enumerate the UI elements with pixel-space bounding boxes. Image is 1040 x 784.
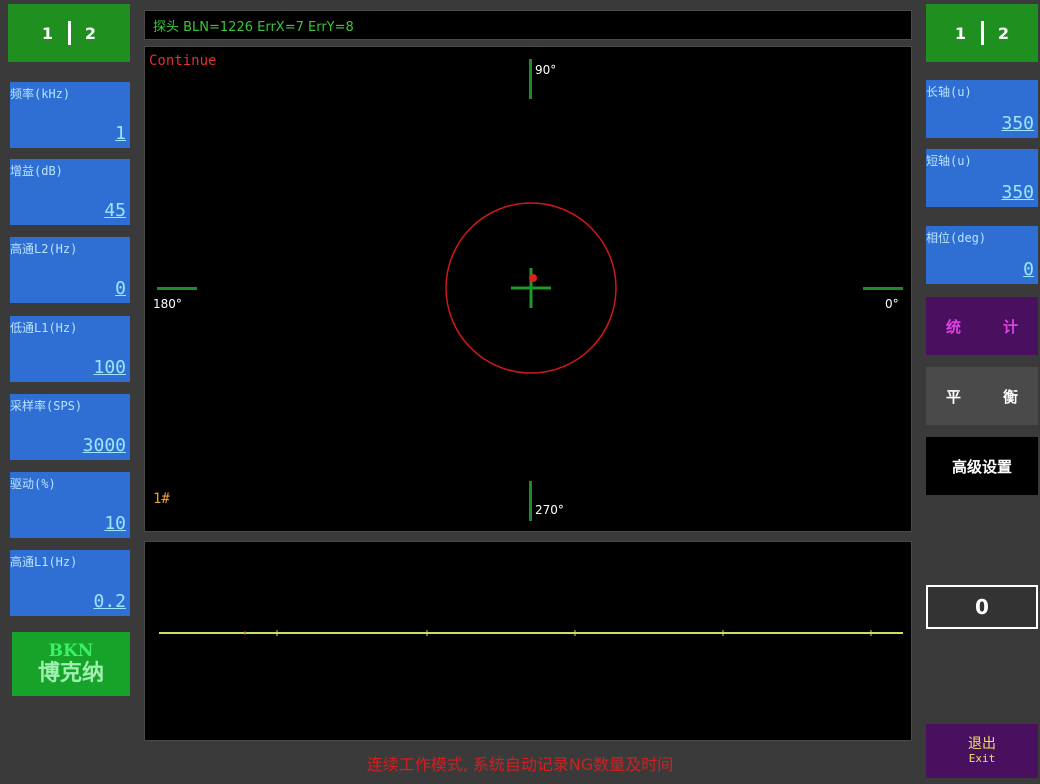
param-highpass-l1[interactable]: 高通L1(Hz) 0.2 <box>10 550 130 616</box>
param-value[interactable]: 1 <box>115 123 126 144</box>
signal-dot <box>529 274 537 282</box>
param-frequency[interactable]: 频率(kHz) 1 <box>10 82 130 148</box>
right-tab-switch: 1 2 <box>926 4 1038 62</box>
balance-char-1: 平 <box>946 387 962 406</box>
param-long-axis[interactable]: 长轴(u) 350 <box>926 80 1038 138</box>
timebase-panel[interactable] <box>144 541 912 741</box>
statistics-button[interactable]: 统 计 <box>926 297 1038 355</box>
ng-counter: 0 <box>926 585 1038 629</box>
param-label: 频率(kHz) <box>10 87 71 101</box>
param-label: 高通L2(Hz) <box>10 242 78 256</box>
param-label: 相位(deg) <box>926 231 987 245</box>
advanced-settings-button[interactable]: 高级设置 <box>926 437 1038 495</box>
param-label: 高通L1(Hz) <box>10 555 78 569</box>
param-value[interactable]: 350 <box>1001 182 1034 203</box>
param-sample-rate[interactable]: 采样率(SPS) 3000 <box>10 394 130 460</box>
param-short-axis[interactable]: 短轴(u) 350 <box>926 149 1038 207</box>
header-status-bar: 探头 BLN=1226 ErrX=7 ErrY=8 <box>144 10 912 40</box>
probe-info-text: 探头 BLN=1226 ErrX=7 ErrY=8 <box>153 19 354 35</box>
statistics-char-2: 计 <box>1002 317 1018 336</box>
balance-char-2: 衡 <box>1002 387 1018 406</box>
status-message: 连续工作模式, 系统自动记录NG数量及时间 <box>366 755 674 774</box>
param-value[interactable]: 10 <box>104 513 126 534</box>
exit-label-en: Exit <box>968 752 996 765</box>
advanced-settings-label: 高级设置 <box>951 457 1012 476</box>
exit-label-cn: 退出 <box>968 736 996 752</box>
left-tab-2[interactable]: 2 <box>71 24 111 43</box>
left-tab-1[interactable]: 1 <box>28 24 68 43</box>
statistics-char-1: 统 <box>946 317 962 336</box>
impedance-scope[interactable]: Continue 90° 180° 0° 270° 1# <box>144 46 912 532</box>
param-label: 长轴(u) <box>926 85 972 99</box>
exit-button[interactable]: 退出 Exit <box>926 724 1038 778</box>
param-value[interactable]: 45 <box>104 200 126 221</box>
balance-button[interactable]: 平 衡 <box>926 367 1038 425</box>
param-value[interactable]: 350 <box>1001 113 1034 134</box>
param-label: 短轴(u) <box>926 154 972 168</box>
param-value[interactable]: 0 <box>115 278 126 299</box>
param-value[interactable]: 0.2 <box>93 591 126 612</box>
right-tab-1[interactable]: 1 <box>941 24 981 43</box>
left-tab-switch: 1 2 <box>8 4 130 62</box>
param-value[interactable]: 0 <box>1023 259 1034 280</box>
param-label: 驱动(%) <box>10 477 56 491</box>
channel-label: 1# <box>153 491 170 507</box>
bkn-logo: BKN 博克纳 <box>12 632 130 696</box>
logo-text-cn: 博克纳 <box>37 660 104 686</box>
param-label: 采样率(SPS) <box>10 399 83 413</box>
param-drive[interactable]: 驱动(%) 10 <box>10 472 130 538</box>
param-label: 增益(dB) <box>10 164 63 178</box>
param-highpass-l2[interactable]: 高通L2(Hz) 0 <box>10 237 130 303</box>
param-label: 低通L1(Hz) <box>10 321 78 335</box>
scope-plot <box>445 202 617 374</box>
right-tab-2[interactable]: 2 <box>984 24 1024 43</box>
logo-text-bkn: BKN <box>48 641 94 661</box>
param-gain[interactable]: 增益(dB) 45 <box>10 159 130 225</box>
trace-plot <box>159 630 903 636</box>
param-value[interactable]: 3000 <box>83 435 126 456</box>
param-value[interactable]: 100 <box>93 357 126 378</box>
param-phase[interactable]: 相位(deg) 0 <box>926 226 1038 284</box>
param-lowpass-l1[interactable]: 低通L1(Hz) 100 <box>10 316 130 382</box>
